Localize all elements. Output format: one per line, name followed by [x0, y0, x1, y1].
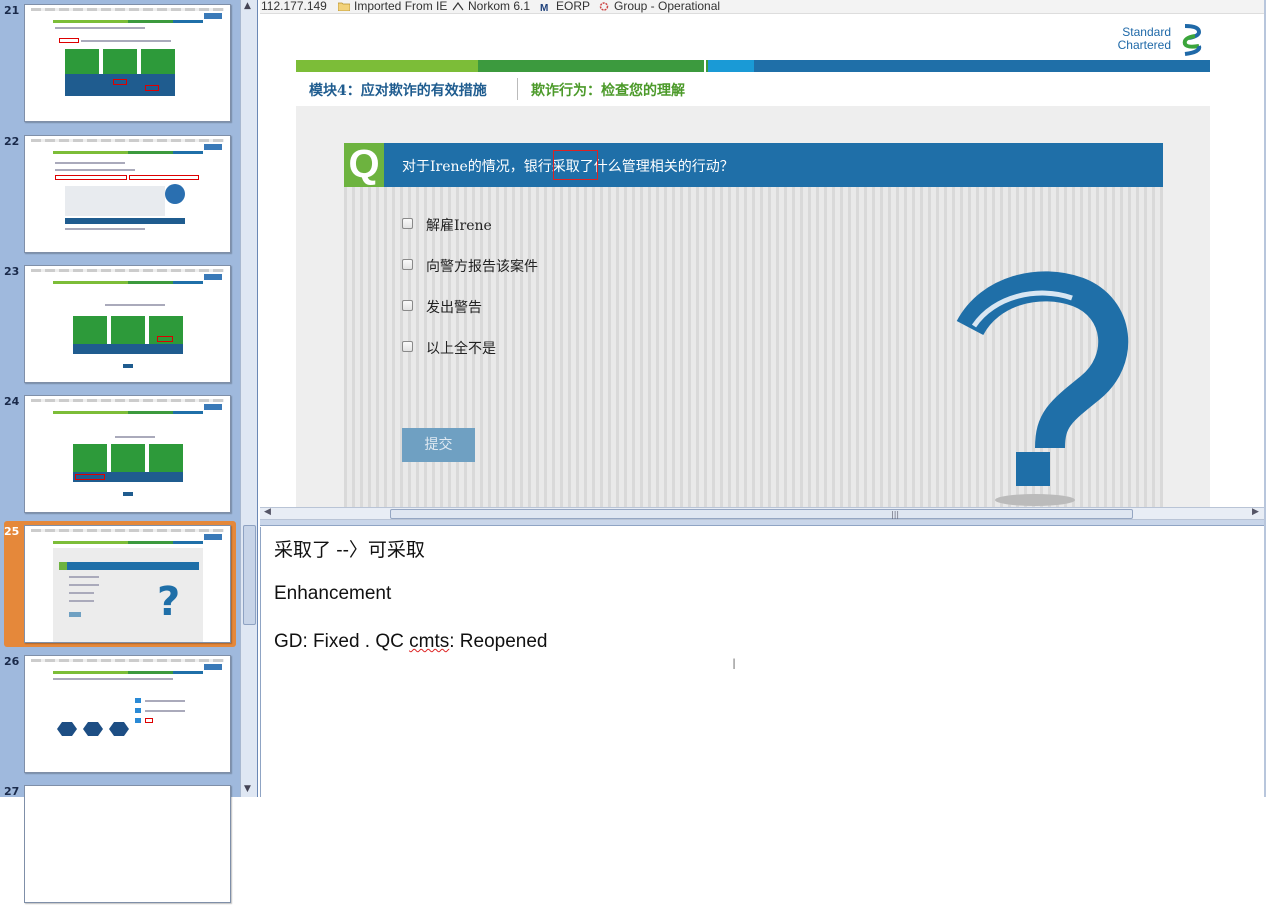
checkbox[interactable] [402, 341, 413, 352]
slide-thumbnail-image [24, 395, 231, 513]
slide-thumbnail-image [24, 135, 231, 253]
option-label: 以上全不是 [426, 341, 496, 357]
group-icon [599, 2, 609, 12]
scroll-left-icon[interactable]: ◀ [264, 507, 271, 517]
slide-number: 24 [4, 395, 20, 408]
slide-thumbnail-image [24, 785, 231, 903]
note-line-1[interactable]: 采取了 --〉可采取 [274, 535, 425, 562]
header-divider [517, 78, 518, 100]
question-badge: Q [344, 142, 384, 187]
standard-chartered-logo-icon [1182, 24, 1202, 56]
slide-thumbnail-27[interactable]: 27 [0, 785, 240, 907]
submit-button[interactable]: 提交 [402, 428, 475, 462]
scroll-right-icon[interactable]: ▶ [1252, 507, 1259, 517]
bookmark-norkom[interactable]: Norkom 6.1 [452, 0, 530, 13]
scroll-up-icon[interactable]: ▲ [244, 1, 251, 11]
option-label: 向警方报告该案件 [426, 259, 538, 275]
slide-thumbnail-25[interactable]: 25 ? [0, 521, 240, 647]
text-cursor-icon: I [732, 657, 737, 673]
option-label: 解雇Irene [426, 218, 492, 234]
slide-thumbnail-26[interactable]: 26 [0, 655, 240, 777]
browser-bookmarks-bar: 112.177.149 Imported From IE Norkom 6.1 … [260, 0, 1266, 14]
slide-number: 26 [4, 655, 20, 668]
note-line-2[interactable]: Enhancement [274, 583, 391, 605]
question-mark-icon [956, 271, 1129, 506]
address-fragment: 112.177.149 [261, 0, 327, 13]
option-label: 发出警告 [426, 300, 482, 316]
slide-thumbnail-23[interactable]: 23 [0, 265, 240, 387]
slide-thumbnail-image: ? [24, 525, 231, 643]
eorp-icon: M [540, 3, 548, 11]
norkom-icon [452, 2, 464, 11]
scroll-down-icon[interactable]: ▼ [244, 784, 251, 794]
module-title: 模块4：应对欺诈的有效措施 [309, 83, 487, 99]
thumbnail-scrollbar[interactable]: ▲ ▼ [240, 0, 257, 797]
checkbox[interactable] [402, 259, 413, 270]
slide-thumbnail-22[interactable]: 22 [0, 135, 240, 257]
slide-number: 25 [4, 525, 20, 538]
slide-thumbnail-pane: 21 22 23 24 25 ? 26 27 ▲ ▼ [0, 0, 258, 903]
pane-splitter[interactable] [260, 520, 1266, 526]
slide-thumbnail-image [24, 655, 231, 773]
slide-thumbnail-image [24, 265, 231, 383]
slide-thumbnail-image [24, 4, 231, 122]
review-highlight-box [553, 150, 598, 180]
scrollbar-thumb[interactable] [243, 525, 256, 625]
slide-number: 27 [4, 785, 20, 798]
notes-pane[interactable]: 采取了 --〉可采取 Enhancement GD: Fixed . QC cm… [260, 527, 1266, 797]
bookmark-eorp[interactable]: M EORP [540, 0, 590, 13]
slide-number: 21 [4, 4, 20, 17]
slide-thumbnail-24[interactable]: 24 [0, 395, 240, 517]
brand-color-stripe [296, 60, 1210, 72]
standard-chartered-logo: Standard Chartered [1110, 24, 1205, 56]
scrollbar-thumb[interactable]: ||| [390, 509, 1133, 519]
note-line-3[interactable]: GD: Fixed . QC cmts: Reopened [274, 631, 548, 653]
section-title: 欺诈行为：检查您的理解 [531, 83, 685, 99]
slide-number: 22 [4, 135, 20, 148]
misspelled-word: cmts [409, 631, 450, 652]
checkbox[interactable] [402, 300, 413, 311]
slide-editor: 112.177.149 Imported From IE Norkom 6.1 … [260, 0, 1266, 507]
slide-thumbnail-21[interactable]: 21 [0, 4, 240, 126]
bookmark-imported-from-ie[interactable]: Imported From IE [338, 0, 447, 13]
svg-text:M: M [540, 3, 548, 11]
bookmark-group-operational[interactable]: Group - Operational [598, 0, 720, 13]
horizontal-scrollbar[interactable]: ◀ ||| ▶ [260, 507, 1266, 520]
slide-header: 模块4：应对欺诈的有效措施 欺诈行为：检查您的理解 [296, 72, 1210, 106]
slide-number: 23 [4, 265, 20, 278]
checkbox[interactable] [402, 218, 413, 229]
folder-icon [338, 2, 350, 12]
